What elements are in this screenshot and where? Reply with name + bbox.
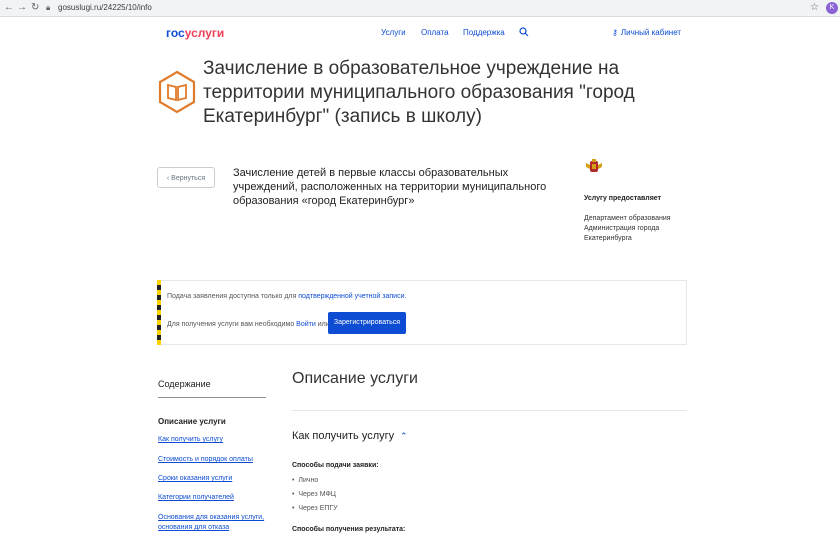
lock-icon: 🔒︎: [46, 3, 51, 12]
logo-part-gos: гос: [166, 26, 185, 40]
auth-notice: [157, 280, 687, 345]
toc-title: Содержание: [158, 379, 211, 389]
back-button[interactable]: ‹ Вернуться: [157, 167, 215, 188]
key-icon: ⚷: [612, 28, 618, 37]
toc-active-item[interactable]: Описание услуги: [158, 417, 226, 427]
verified-account-link[interactable]: подтвержденной учетной записи.: [298, 293, 406, 300]
gosuslugi-logo[interactable]: госуслуги: [166, 26, 224, 40]
search-icon[interactable]: [519, 27, 529, 37]
list-item: • Через МФЦ: [292, 491, 336, 498]
submit-methods-label: Способы подачи заявки:: [292, 462, 379, 469]
warning-stripe: [157, 280, 161, 345]
register-button[interactable]: Зарегистрироваться: [328, 312, 406, 334]
profile-avatar[interactable]: K: [826, 2, 838, 14]
forward-arrow-icon[interactable]: →: [17, 1, 27, 15]
toc-link-terms[interactable]: Сроки оказания услуги: [158, 474, 273, 484]
section-title: Описание услуги: [292, 370, 418, 387]
notice-login: Для получения услуги вам необходимо Войт…: [167, 320, 330, 329]
toc-link-grounds[interactable]: Основания для оказания услуги, основания…: [158, 513, 273, 533]
coat-of-arms-icon: [586, 159, 602, 172]
nav-payment[interactable]: Оплата: [421, 28, 449, 38]
browser-toolbar: ← → ↻ 🔒︎ gosuslugi.ru/24225/10/info ☆ K: [0, 0, 840, 17]
toc-link-recipients[interactable]: Категории получателей: [158, 493, 273, 503]
submit-method-text: Через ЕПГУ: [298, 505, 338, 512]
provider-label: Услугу предоставляет: [584, 195, 662, 202]
nav-support[interactable]: Поддержка: [463, 28, 505, 38]
service-name: Зачисление детей в первые классы образов…: [233, 167, 547, 207]
toc-divider: [158, 397, 266, 398]
submit-method-text: Через МФЦ: [298, 491, 336, 498]
list-item: • Через ЕПГУ: [292, 505, 338, 512]
nav-services[interactable]: Услуги: [381, 28, 406, 38]
toc-link-how-to-get[interactable]: Как получить услугу: [158, 435, 273, 445]
back-label: Вернуться: [171, 175, 206, 182]
section-divider: [292, 410, 687, 411]
notice-verified-account: Подача заявления доступна только для под…: [167, 292, 406, 301]
login-link[interactable]: Войти: [296, 321, 316, 328]
chevron-up-icon[interactable]: ⌃: [400, 430, 408, 443]
bookmark-star-icon[interactable]: ☆: [810, 1, 819, 15]
account-link[interactable]: ⚷ Личный кабинет: [612, 28, 681, 38]
page-title: Зачисление в образовательное учреждение …: [203, 58, 635, 127]
provider-organization: Департамент образования Администрация го…: [584, 215, 671, 242]
back-arrow-icon[interactable]: ←: [4, 1, 14, 15]
howto-heading[interactable]: Как получить услугу: [292, 430, 394, 443]
logo-part-uslugi: услуги: [184, 26, 225, 40]
address-bar[interactable]: gosuslugi.ru/24225/10/info: [58, 2, 152, 14]
result-methods-label: Способы получения результата:: [292, 526, 406, 533]
notice-line2-text: Для получения услуги вам необходимо: [167, 321, 297, 328]
submit-method-text: Лично: [298, 477, 319, 484]
book-icon: [158, 70, 196, 114]
toc-link-cost[interactable]: Стоимость и порядок оплаты: [158, 455, 273, 465]
reload-icon[interactable]: ↻: [31, 1, 39, 15]
notice-line1-text: Подача заявления доступна только для: [167, 293, 299, 300]
account-label: Личный кабинет: [620, 28, 682, 37]
list-item: • Лично: [292, 477, 319, 484]
